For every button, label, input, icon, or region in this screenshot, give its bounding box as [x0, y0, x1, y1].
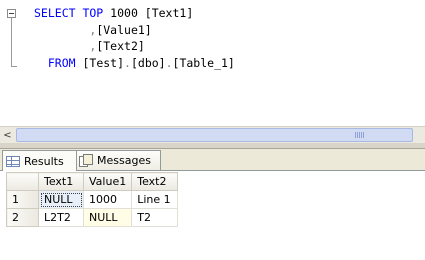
dot: .	[124, 55, 131, 70]
dot: .	[165, 55, 173, 70]
editor-gutter	[0, 0, 17, 126]
code-line-4: FROM [Test].[dbo].[Table_1]	[34, 56, 235, 70]
messages-icon	[79, 154, 93, 167]
keyword-from: FROM	[47, 55, 76, 70]
tab-label: Results	[24, 154, 64, 168]
grid-cell[interactable]: NULL	[82, 208, 133, 227]
column-header[interactable]: Value1	[82, 172, 133, 191]
grid-corner[interactable]	[6, 172, 39, 191]
code-text: [Test]	[75, 55, 125, 70]
sql-editor[interactable]: SELECT TOP 1000 [Text1] ,[Value1] ,[Text…	[0, 0, 425, 126]
code-text: [Value1]	[96, 22, 152, 37]
code-line-3: ,[Text2]	[34, 39, 145, 53]
grid-cell[interactable]: 1000	[82, 190, 133, 209]
scroll-left-icon[interactable]: <	[0, 128, 15, 142]
code-text: [dbo]	[130, 55, 166, 70]
table-row: 1 NULL 1000 Line 1	[6, 190, 179, 209]
row-number[interactable]: 1	[6, 190, 39, 209]
horizontal-scrollbar[interactable]: <	[0, 126, 425, 143]
grid-icon	[6, 155, 20, 167]
results-tabstrip: Results Messages	[0, 149, 425, 171]
query-text[interactable]: SELECT TOP 1000 [Text1] ,[Value1] ,[Text…	[34, 5, 235, 71]
code-line-2: ,[Value1]	[34, 22, 152, 37]
grid-cell[interactable]: Line 1	[131, 190, 179, 209]
tab-label: Messages	[97, 154, 151, 167]
column-header[interactable]: Text1	[38, 172, 84, 191]
table-row: 2 L2T2 NULL T2	[6, 208, 179, 227]
code-text: 1000 [Text1]	[103, 6, 194, 20]
scrollbar-thumb[interactable]	[16, 128, 413, 142]
outline-guide	[11, 18, 12, 66]
code-text: [Text2]	[96, 39, 145, 53]
results-pane: Text1 Value1 Text2 1 NULL 1000 Line 1 2 …	[0, 171, 425, 260]
grip-icon	[355, 132, 365, 138]
code-text: [Table_1]	[172, 55, 235, 70]
outline-guide-end	[11, 66, 17, 67]
grid-cell[interactable]: L2T2	[38, 208, 84, 227]
tab-messages[interactable]: Messages	[75, 150, 161, 170]
grid-header-row: Text1 Value1 Text2	[6, 172, 179, 191]
row-number[interactable]: 2	[6, 208, 39, 227]
tab-results[interactable]: Results	[2, 150, 77, 171]
column-header[interactable]: Text2	[131, 172, 179, 191]
grid-cell[interactable]: T2	[131, 208, 179, 227]
grid-cell[interactable]: NULL	[38, 190, 84, 209]
collapse-outline-icon[interactable]	[7, 9, 16, 18]
code-line-1: SELECT TOP 1000 [Text1]	[34, 6, 193, 20]
results-grid[interactable]: Text1 Value1 Text2 1 NULL 1000 Line 1 2 …	[6, 172, 179, 227]
keyword-select-top: SELECT TOP	[34, 6, 104, 20]
